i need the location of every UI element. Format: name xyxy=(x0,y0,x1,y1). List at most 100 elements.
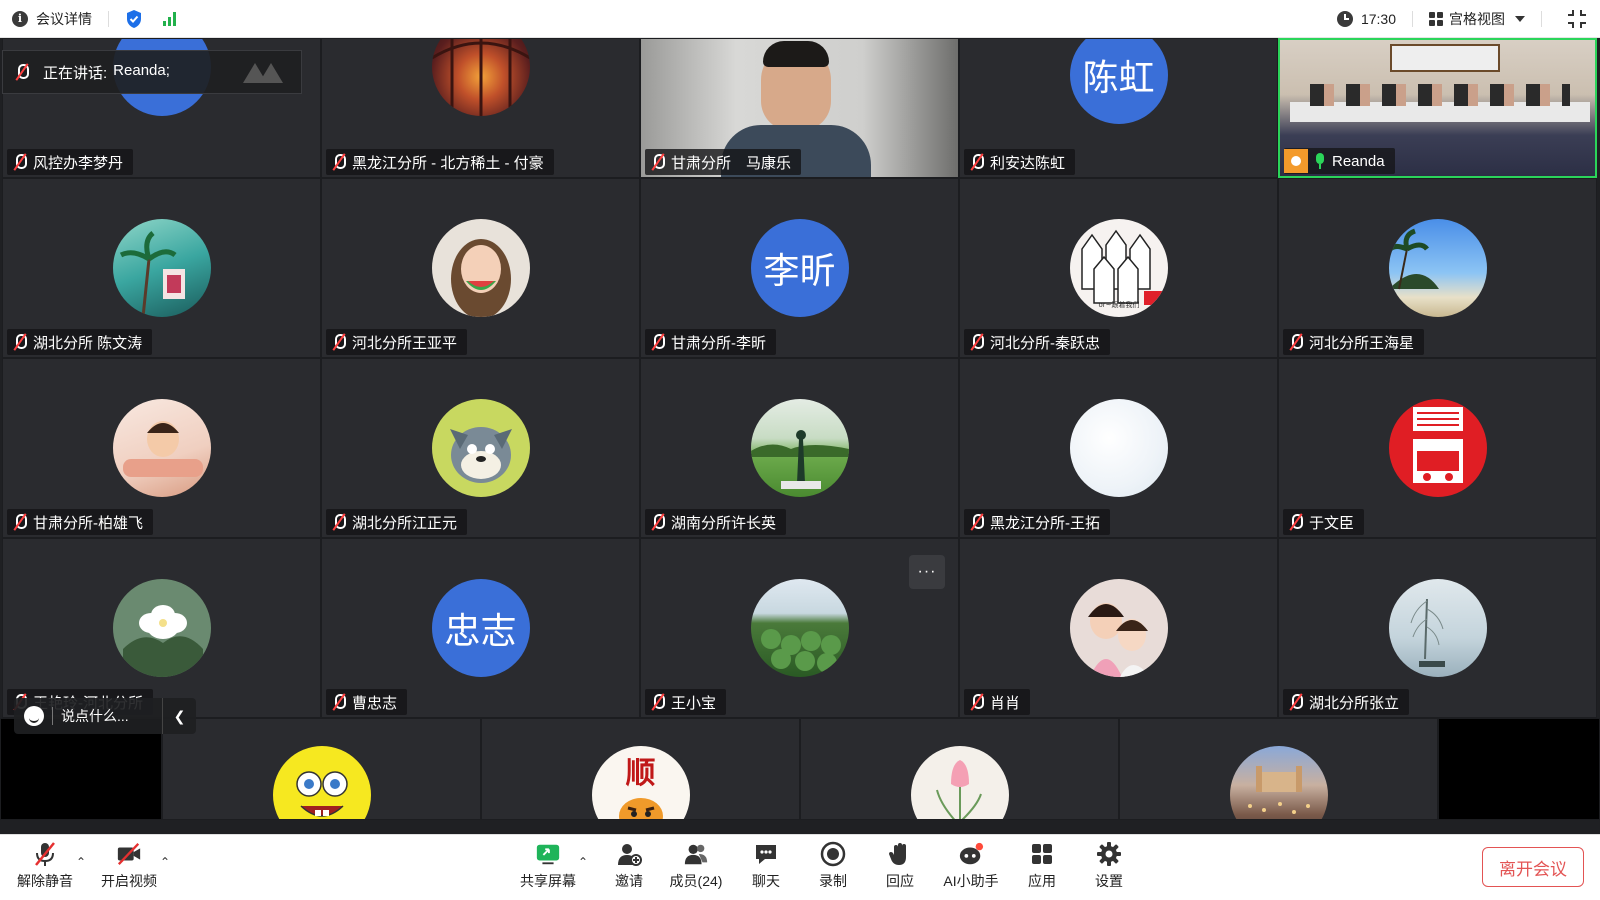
more-options-button[interactable]: ··· xyxy=(909,555,945,589)
participant-name: 王小宝 xyxy=(671,694,717,712)
ai-assistant-button[interactable]: AI小助手 xyxy=(936,841,1006,891)
participant-name: 河北分所-秦跃忠 xyxy=(990,334,1100,352)
unmute-button[interactable]: 解除静音 xyxy=(10,841,80,891)
video-calligraphy xyxy=(1390,44,1500,72)
participant-tile[interactable]: 湖南分所许长英 xyxy=(640,358,959,538)
video-off-icon xyxy=(116,841,142,867)
participant-name-tag: 湖南分所许长英 xyxy=(645,509,787,535)
add-user-icon xyxy=(616,841,642,867)
mic-muted-icon xyxy=(1289,514,1303,530)
reaction-button[interactable]: 回应 xyxy=(865,841,935,891)
participant-name-tag: 甘肃分所-柏雄飞 xyxy=(7,509,153,535)
participant-name: 于文臣 xyxy=(1309,514,1355,532)
participant-tile[interactable]: 湖北分所 陈文涛 xyxy=(2,178,321,358)
avatar: 陈虹 xyxy=(1069,39,1168,124)
participant-tile[interactable]: 黑龙江分所-王拓 xyxy=(959,358,1278,538)
chevron-left-icon[interactable]: ❮ xyxy=(162,698,196,734)
avatar xyxy=(431,219,530,317)
avatar xyxy=(1388,399,1487,497)
avatar xyxy=(1388,579,1487,677)
participant-name-tag: 黑龙江分所-王拓 xyxy=(964,509,1110,535)
chat-icon xyxy=(753,841,779,867)
participant-name: 湖北分所 陈文涛 xyxy=(33,334,143,352)
mic-off-icon xyxy=(32,841,58,867)
participant-tile[interactable]: 湖北分所张立 xyxy=(1278,538,1597,718)
participant-name: 甘肃分所-李昕 xyxy=(671,334,766,352)
fullscreen-icon[interactable] xyxy=(1568,9,1586,28)
participant-tile[interactable]: 湖北分所江正元 xyxy=(321,358,640,538)
participant-tile[interactable]: 肖肖 xyxy=(959,538,1278,718)
participant-name-tag: 肖肖 xyxy=(964,689,1031,715)
settings-button[interactable]: 设置 xyxy=(1074,841,1144,891)
participant-tile[interactable]: 黑龙江分所 - 北方稀土 - 付豪 xyxy=(321,38,640,178)
invite-button[interactable]: 邀请 xyxy=(594,841,664,891)
meeting-details-link[interactable]: 会议详情 xyxy=(36,9,92,29)
apps-button[interactable]: 应用 xyxy=(1007,841,1077,891)
participant-name-tag: 河北分所王海星 xyxy=(1283,329,1425,355)
participant-name: 甘肃分所-柏雄飞 xyxy=(33,514,143,532)
avatar xyxy=(1069,579,1168,677)
hand-wave-icon xyxy=(887,841,913,867)
avatar xyxy=(112,579,211,677)
share-screen-label: 共享屏幕 xyxy=(520,873,576,889)
participant-tile[interactable] xyxy=(800,718,1119,820)
participant-name-tag: 河北分所-秦跃忠 xyxy=(964,329,1110,355)
participant-tile[interactable]: 忠志 曹忠志 xyxy=(321,538,640,718)
mic-muted-icon xyxy=(970,694,984,710)
participant-name: 湖北分所江正元 xyxy=(352,514,458,532)
shield-icon[interactable] xyxy=(125,9,143,29)
participant-tile[interactable]: 河北分所王海星 xyxy=(1278,178,1597,358)
chat-label: 聊天 xyxy=(752,873,780,889)
avatar xyxy=(431,399,530,497)
participant-name: 黑龙江分所 - 北方稀土 - 付豪 xyxy=(352,154,544,172)
speaking-name: Reanda; xyxy=(113,61,170,79)
apps-label: 应用 xyxy=(1028,873,1056,889)
start-video-label: 开启视频 xyxy=(101,873,157,889)
participant-name: 黑龙江分所-王拓 xyxy=(990,514,1100,532)
chat-button[interactable]: 聊天 xyxy=(731,841,801,891)
participant-tile[interactable]: 顺 xyxy=(481,718,800,820)
view-mode-dropdown[interactable]: 宫格视图 xyxy=(1429,9,1525,29)
participant-tile[interactable]: 河北分所王亚平 xyxy=(321,178,640,358)
info-icon[interactable]: i xyxy=(12,10,28,27)
participant-tile[interactable]: 李昕 甘肃分所-李昕 xyxy=(640,178,959,358)
participant-tile[interactable]: 王艳玲-河北分所 xyxy=(2,538,321,718)
chat-input[interactable]: 说点什么... xyxy=(61,706,129,726)
participant-tile[interactable] xyxy=(162,718,481,820)
participant-video[interactable]: 甘肃分所 马康乐 xyxy=(640,38,959,178)
mic-muted-icon xyxy=(13,154,27,170)
participant-tile[interactable]: or~跟着我们 河北分所-秦跃忠 xyxy=(959,178,1278,358)
network-signal-icon[interactable] xyxy=(163,11,176,26)
participant-name: 湖北分所张立 xyxy=(1309,694,1400,712)
mic-muted-icon xyxy=(651,334,665,350)
share-screen-icon xyxy=(535,841,561,867)
participant-tile[interactable]: 于文臣 xyxy=(1278,358,1597,538)
participant-tile[interactable]: 陈虹 利安达陈虹 xyxy=(959,38,1278,178)
chat-input-bar[interactable]: 说点什么... ❮ xyxy=(14,698,196,734)
mic-muted-icon xyxy=(1289,334,1303,350)
unmute-label: 解除静音 xyxy=(17,873,73,889)
record-button[interactable]: 录制 xyxy=(798,841,868,891)
participant-video-active[interactable]: Reanda xyxy=(1278,38,1597,178)
leave-meeting-button[interactable]: 离开会议 xyxy=(1482,847,1584,887)
avatar: 顺 xyxy=(591,746,690,819)
avatar xyxy=(272,746,371,819)
participant-tile[interactable] xyxy=(1119,718,1438,820)
mic-muted-icon xyxy=(13,514,27,530)
emoji-icon[interactable] xyxy=(24,706,44,726)
avatar: 忠志 xyxy=(431,579,530,677)
participant-tile[interactable]: 甘肃分所-柏雄飞 xyxy=(2,358,321,538)
mic-muted-icon xyxy=(332,154,346,170)
avatar xyxy=(1388,219,1487,317)
participant-name-tag: 甘肃分所-李昕 xyxy=(645,329,776,355)
avatar xyxy=(750,579,849,677)
record-icon xyxy=(820,841,846,867)
settings-label: 设置 xyxy=(1095,873,1123,889)
members-button[interactable]: 成员(24) xyxy=(661,841,731,891)
chevron-down-icon xyxy=(1515,15,1525,22)
bottom-toolbar: 解除静音 ⌃ 开启视频 ⌃ 共享屏幕 ⌃ 邀请 成员(24) 聊天 录制 回应 … xyxy=(0,834,1600,900)
participant-name: 河北分所王亚平 xyxy=(352,334,458,352)
participant-tile[interactable]: ··· 王小宝 xyxy=(640,538,959,718)
start-video-button[interactable]: 开启视频 xyxy=(94,841,164,891)
share-screen-button[interactable]: 共享屏幕 xyxy=(513,841,583,891)
